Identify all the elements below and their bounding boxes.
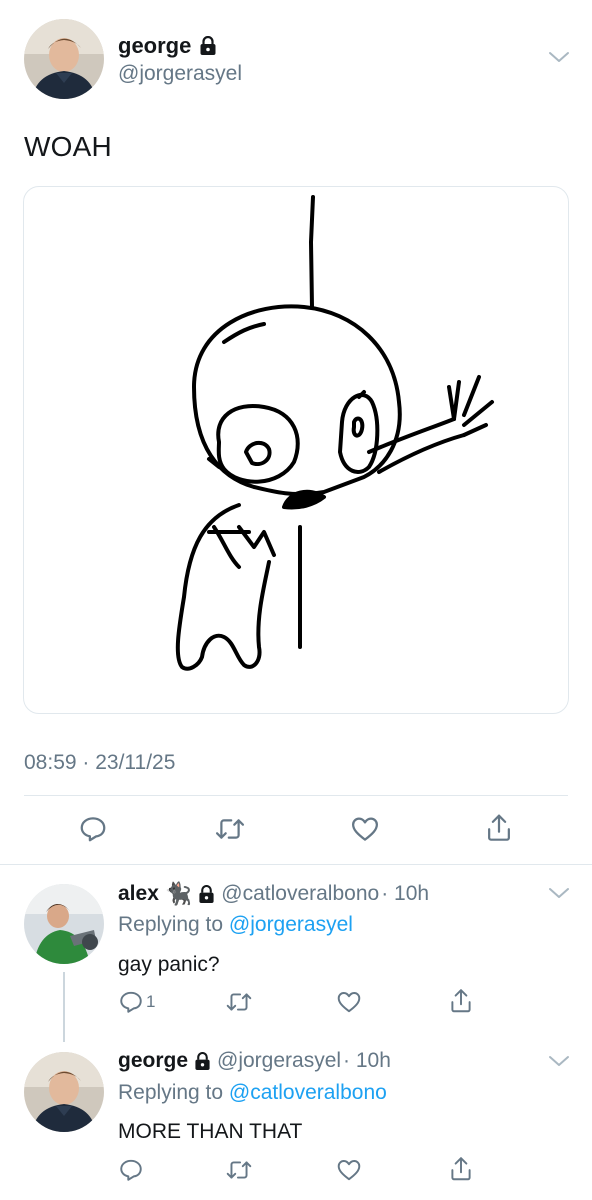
heart-icon — [337, 992, 361, 1013]
share-button[interactable] — [448, 1155, 474, 1183]
author-name[interactable]: george — [118, 33, 217, 59]
divider — [0, 864, 592, 865]
share-icon — [488, 814, 510, 841]
replying-to-link[interactable]: @jorgerasyel — [229, 913, 353, 936]
avatar[interactable] — [24, 1052, 104, 1132]
replying-prefix: Replying to — [118, 913, 224, 936]
heart-icon — [352, 817, 378, 841]
avatar[interactable] — [24, 884, 104, 964]
retweet-button[interactable] — [214, 814, 246, 844]
reply-icon — [120, 1159, 142, 1181]
replying-to-link[interactable]: @catloveralbono — [229, 1081, 387, 1104]
tweet-text: WOAH — [24, 131, 112, 162]
reply-text: MORE THAN THAT — [118, 1120, 303, 1143]
reply-header: george @jorgerasyel · 10h — [118, 1049, 391, 1073]
tweet-media[interactable] — [23, 186, 569, 714]
like-button[interactable] — [336, 1157, 362, 1183]
author-name-text[interactable]: george — [118, 33, 191, 59]
reply-time[interactable]: · 10h — [381, 882, 429, 906]
author-handle[interactable]: @jorgerasyel — [118, 62, 242, 86]
cat-emoji: 🐈‍⬛ — [164, 881, 193, 906]
retweet-icon — [226, 993, 252, 1011]
heart-icon — [337, 1160, 361, 1181]
reply-time[interactable]: · 10h — [343, 1049, 391, 1073]
reply-icon — [120, 991, 142, 1013]
retweet-icon — [215, 819, 245, 839]
drawing-image — [175, 195, 494, 671]
reply-author-handle[interactable]: @jorgerasyel — [217, 1049, 341, 1073]
share-icon — [451, 989, 471, 1013]
reply-icon — [80, 817, 106, 842]
share-button[interactable] — [484, 812, 514, 844]
retweet-button[interactable] — [225, 989, 253, 1015]
reply-button[interactable]: 1 — [118, 989, 155, 1015]
lock-icon — [199, 36, 217, 56]
lock-icon — [198, 884, 215, 904]
reply-button[interactable] — [78, 814, 108, 844]
reply-author-handle[interactable]: @catloveralbono — [221, 882, 379, 906]
share-button[interactable] — [448, 987, 474, 1015]
reply-author-name[interactable]: george — [118, 1049, 188, 1073]
reply-text: gay panic? — [118, 953, 220, 976]
share-icon — [451, 1157, 471, 1181]
avatar[interactable] — [24, 19, 104, 99]
retweet-icon — [226, 1161, 252, 1179]
tweet-timestamp[interactable]: 08:59 · 23/11/25 — [24, 751, 175, 775]
like-button[interactable] — [350, 814, 380, 844]
chevron-down-icon[interactable] — [548, 886, 570, 900]
like-button[interactable] — [336, 989, 362, 1015]
reply-author-name[interactable]: alex — [118, 882, 159, 906]
reply-button[interactable] — [118, 1157, 144, 1183]
thread-line — [63, 972, 65, 1042]
reply-count: 1 — [146, 992, 156, 1011]
divider — [24, 795, 568, 796]
replying-to: Replying to @catloveralbono — [118, 1081, 387, 1105]
chevron-down-icon[interactable] — [548, 1054, 570, 1068]
reply-header: alex 🐈‍⬛ @catloveralbono · 10h — [118, 881, 429, 907]
replying-prefix: Replying to — [118, 1081, 224, 1104]
retweet-button[interactable] — [225, 1157, 253, 1183]
lock-icon — [194, 1051, 211, 1071]
replying-to: Replying to @jorgerasyel — [118, 913, 353, 937]
chevron-down-icon[interactable] — [548, 50, 570, 64]
